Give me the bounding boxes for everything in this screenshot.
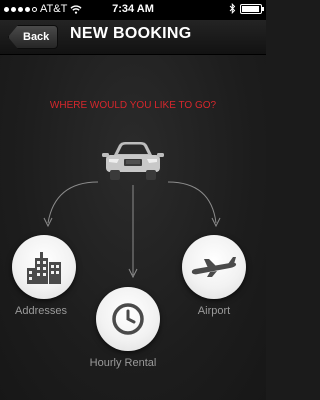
bluetooth-icon [229, 3, 236, 14]
arrow-to-addresses [47, 181, 99, 224]
battery-fill [242, 5, 260, 12]
airport-label: Airport [197, 305, 231, 317]
hourly-rental-label: Hourly Rental [89, 357, 157, 369]
hourly-rental-button[interactable] [96, 287, 160, 351]
page-title: NEW BOOKING [70, 25, 192, 42]
airplane-icon [191, 257, 237, 277]
car-icon [102, 142, 164, 180]
addresses-label: Addresses [15, 305, 67, 317]
clock-icon [112, 303, 144, 335]
hourly-rental-option[interactable]: Hourly Rental [90, 287, 160, 369]
airport-option[interactable]: Airport [182, 235, 246, 317]
status-time: 7:34 AM [112, 3, 154, 15]
arrow-to-airport [167, 181, 217, 224]
status-bar: AT&T 7:34 AM [0, 0, 266, 20]
booking-content: WHERE WOULD YOU LIKE TO GO? Addresses Ai… [0, 55, 266, 400]
battery-icon [240, 3, 264, 14]
addresses-option[interactable]: Addresses [12, 235, 76, 317]
navigation-bar: Back NEW BOOKING [0, 20, 266, 55]
airport-button[interactable] [182, 235, 246, 299]
buildings-icon [27, 252, 61, 284]
addresses-button[interactable] [12, 235, 76, 299]
back-button[interactable]: Back [8, 25, 59, 49]
status-right [229, 3, 264, 14]
